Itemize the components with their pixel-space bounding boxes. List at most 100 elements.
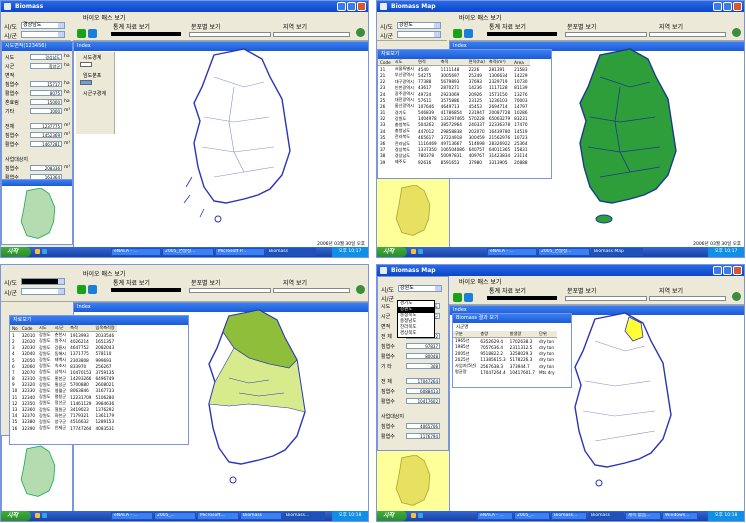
maximize-button[interactable] — [347, 2, 356, 11]
legend-item-forest[interactable]: 임도분포 — [83, 72, 101, 79]
taskbar-item-active[interactable]: Biomass — [266, 248, 316, 256]
table-row[interactable]: 8 32310 강원도 홍천군 14293266 6496749 — [10, 376, 117, 382]
zoom-icon[interactable] — [464, 293, 473, 302]
ie-icon[interactable] — [42, 249, 47, 254]
start-button[interactable]: 시작 — [377, 247, 407, 257]
zoom-icon[interactable] — [88, 285, 97, 294]
minimize-button[interactable] — [713, 266, 722, 275]
table-row[interactable]: 23 인천광역시 43617 2870271 14236 1117128 81139 — [378, 85, 530, 91]
globe-icon[interactable] — [356, 28, 365, 37]
column-header[interactable]: 시도 — [392, 59, 416, 67]
maximize-button[interactable] — [723, 266, 732, 275]
table-row[interactable]: 16 32390 강원도 인제군 17747264 4083531 — [10, 425, 117, 431]
refresh-icon[interactable] — [453, 29, 462, 38]
table-row[interactable]: 2025년 11385615.3 5178226.3 dry ton — [453, 357, 557, 363]
refresh-icon[interactable] — [77, 29, 86, 38]
ie-icon[interactable] — [418, 249, 423, 254]
column-header[interactable]: Area — [512, 59, 530, 67]
table-row[interactable]: 13 32360 강원도 철원군 3419023 1376292 — [10, 406, 117, 413]
quicklaunch-icon[interactable] — [35, 513, 40, 518]
column-header[interactable]: 축적(m³) — [486, 59, 513, 67]
stat-slider[interactable] — [487, 296, 557, 300]
table-row[interactable]: 36 전라남도 1116469 49713667 514698 28326922 25364 — [378, 140, 530, 147]
overview-map[interactable] — [10, 188, 66, 244]
korea-map-c[interactable] — [189, 308, 339, 493]
start-button[interactable]: 시작 — [1, 511, 31, 521]
sido-select[interactable] — [21, 278, 65, 285]
taskbar-item[interactable]: Biomass... — [551, 512, 587, 520]
region-slider[interactable] — [273, 288, 350, 293]
korea-map-d[interactable] — [555, 311, 705, 496]
taskbar-item[interactable]: 2005_... — [514, 512, 550, 520]
stat-slider[interactable] — [111, 288, 181, 292]
stat-slider[interactable] — [487, 32, 557, 36]
close-button[interactable] — [733, 2, 742, 11]
column-header[interactable]: 면적 — [416, 59, 439, 67]
table-row[interactable]: 9 32320 강원도 횡성군 5700880 2608021 — [10, 382, 117, 388]
sido-select[interactable]: 강원도 — [397, 22, 441, 29]
table-row[interactable]: 26 울산광역시 107646 4649713 45453 2694714 14797 — [378, 103, 530, 109]
taskbar-item[interactable]: eNALA - ... — [487, 248, 537, 256]
table-row[interactable]: 2 32020 강원도 원주시 4026214 1651357 — [10, 338, 117, 344]
taskbar-item-active[interactable]: Biomass — [588, 512, 624, 520]
taskbar-item[interactable]: eNALA - ... — [111, 248, 161, 256]
table-row[interactable]: 14 32370 강원도 화천군 7179321 1361179 — [10, 413, 117, 419]
sido-select[interactable]: 경상남도 — [21, 22, 65, 29]
table-row[interactable]: 37 경상북도 1337350 106504086 640757 64011365 1583… — [378, 147, 530, 153]
table-row[interactable]: 4 32040 강원도 동해시 1371775 578110 — [10, 351, 117, 357]
biomass-view-tab[interactable]: 바이오 매스 보기 — [83, 13, 125, 22]
taskbar-item[interactable]: 2005_연말정... — [162, 248, 214, 256]
biomass-view-tab[interactable]: 바이오 매스 보기 — [459, 13, 501, 22]
table-row[interactable]: 7 32070 강원도 삼척시 10470153 3759135 — [10, 369, 117, 375]
taskbar-item[interactable]: 2005_... — [154, 512, 196, 520]
table-row[interactable]: 39 제주도 92616 8591653 37980 3313905 20888 — [378, 159, 530, 165]
dropdown-option[interactable]: 경상북도 — [398, 331, 434, 337]
column-header[interactable]: 단위 — [536, 331, 557, 339]
stat-slider[interactable] — [111, 32, 181, 36]
sigungu-select[interactable] — [21, 31, 65, 38]
close-button[interactable] — [357, 2, 366, 11]
quicklaunch-icon[interactable] — [411, 513, 416, 518]
column-header[interactable]: 구분 — [453, 331, 479, 339]
minimize-button[interactable] — [713, 2, 722, 11]
table-row[interactable]: 평균량 17047264.4 10417601.7 Mts dry — [453, 369, 557, 375]
sido-dropdown-list[interactable]: 경기도 강원도 충청북도 충청남도 전라북도 경상북도 — [397, 300, 435, 338]
taskbar-item-active[interactable]: Biomass... — [283, 512, 325, 520]
taskbar-item[interactable]: Windows... — [662, 512, 698, 520]
column-header[interactable]: 면적(ha) — [466, 59, 487, 67]
column-header[interactable]: Code — [19, 325, 38, 333]
taskbar-item[interactable]: Microsoft P... — [215, 248, 265, 256]
refresh-icon[interactable] — [77, 285, 86, 294]
region-slider[interactable] — [649, 32, 726, 37]
globe-icon[interactable] — [732, 292, 741, 301]
sido-select[interactable]: 강원도 — [398, 285, 442, 292]
table-row[interactable]: 22 대구광역시 77388 5679893 37693 2329719 10730 — [378, 79, 530, 85]
column-header[interactable]: Code — [378, 59, 393, 67]
taskbar-item[interactable]: 2005_연말정... — [538, 248, 590, 256]
column-header[interactable]: 임목축적량 — [93, 325, 117, 333]
taskbar-item[interactable]: eNALA - ... — [111, 512, 153, 520]
close-button[interactable] — [733, 266, 742, 275]
ie-icon[interactable] — [42, 513, 47, 518]
biomass-view-tab[interactable]: 바이오 매스 보기 — [83, 269, 125, 278]
korea-map-b[interactable] — [560, 47, 710, 232]
overview-map[interactable] — [385, 455, 441, 511]
column-header[interactable]: 축적 — [68, 325, 94, 333]
sigungu-select[interactable] — [21, 288, 65, 295]
distribution-slider[interactable] — [565, 296, 647, 301]
refresh-icon[interactable] — [453, 293, 462, 302]
zoom-icon[interactable] — [464, 29, 473, 38]
legend-item-sido[interactable]: 시도경계 — [83, 54, 101, 61]
biomass-view-tab[interactable]: 바이오 매스 보기 — [459, 277, 501, 286]
zoom-icon[interactable] — [88, 29, 97, 38]
distribution-slider[interactable] — [565, 32, 647, 37]
globe-icon[interactable] — [732, 28, 741, 37]
distribution-slider[interactable] — [189, 32, 271, 37]
start-button[interactable]: 시작 — [1, 247, 31, 257]
table-row[interactable]: 21 부산광역시 54275 3005697 25249 1306634 14229 — [378, 72, 530, 78]
quicklaunch-icon[interactable] — [35, 249, 40, 254]
legend-item-sigungu[interactable]: 시군구경계 — [83, 90, 106, 97]
sigungu-select[interactable] — [397, 31, 441, 38]
korea-map-a[interactable] — [174, 47, 324, 232]
table-row[interactable]: 32 강원도 1404978 133297465 570228 65063279 83231 — [378, 116, 530, 122]
